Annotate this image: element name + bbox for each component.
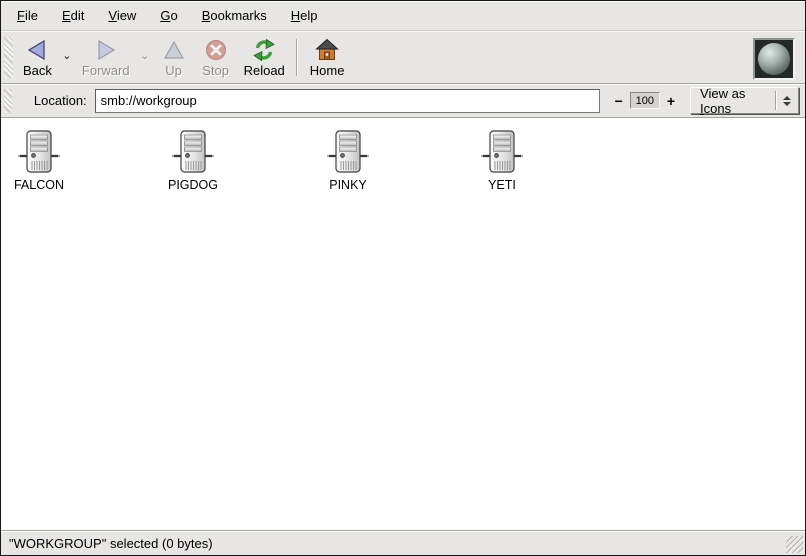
server-item-pigdog[interactable]: PIGDOG	[155, 129, 231, 192]
zoom-out-button[interactable]: −	[612, 93, 626, 109]
toolbar: Back ⌄ Forward ⌄ Up Stop	[1, 31, 805, 84]
toolbar-separator	[296, 39, 297, 76]
toolbar-spacer	[351, 33, 753, 82]
network-server-icon	[18, 129, 60, 175]
server-label: FALCON	[14, 178, 64, 192]
menu-view[interactable]: View	[96, 3, 148, 28]
server-item-falcon[interactable]: FALCON	[1, 129, 77, 192]
zoom-controls: − 100 +	[612, 92, 678, 109]
reload-icon	[252, 36, 276, 63]
server-label: YETI	[488, 178, 516, 192]
menu-file[interactable]: File	[5, 3, 50, 28]
location-label: Location:	[34, 93, 87, 108]
server-item-pinky[interactable]: PINKY	[310, 129, 386, 192]
location-bar-grip[interactable]	[4, 89, 12, 113]
stop-button[interactable]: Stop	[195, 33, 237, 82]
home-icon	[315, 36, 339, 63]
status-bar: "WORKGROUP" selected (0 bytes)	[1, 530, 805, 555]
forward-history-dropdown[interactable]: ⌄	[137, 33, 153, 82]
resize-grip[interactable]	[786, 536, 803, 553]
toolbar-grip[interactable]	[4, 37, 13, 78]
location-input[interactable]	[95, 89, 600, 113]
view-as-dropdown[interactable]: View as Icons	[690, 87, 799, 114]
server-label: PINKY	[329, 178, 367, 192]
icon-view[interactable]: FALCON PIGDOG	[1, 118, 805, 530]
network-server-icon	[481, 129, 523, 175]
home-button[interactable]: Home	[303, 33, 352, 82]
network-server-icon	[327, 129, 369, 175]
forward-button[interactable]: Forward	[75, 33, 137, 82]
back-arrow-icon	[25, 36, 49, 63]
reload-button[interactable]: Reload	[237, 33, 292, 82]
menu-help[interactable]: Help	[279, 3, 330, 28]
up-arrow-icon	[162, 36, 186, 63]
stop-icon	[204, 36, 228, 63]
network-server-icon	[172, 129, 214, 175]
dropdown-arrows-icon	[780, 96, 794, 106]
server-item-yeti[interactable]: YETI	[464, 129, 540, 192]
menu-go[interactable]: Go	[148, 3, 189, 28]
location-bar: Location: − 100 + View as Icons	[1, 84, 805, 118]
back-history-dropdown[interactable]: ⌄	[59, 33, 75, 82]
zoom-in-button[interactable]: +	[664, 93, 678, 109]
server-label: PIGDOG	[168, 178, 218, 192]
status-text: "WORKGROUP" selected (0 bytes)	[9, 536, 213, 551]
menubar: File Edit View Go Bookmarks Help	[1, 1, 805, 31]
menu-edit[interactable]: Edit	[50, 3, 96, 28]
menu-bookmarks[interactable]: Bookmarks	[190, 3, 279, 28]
zoom-level-indicator[interactable]: 100	[630, 92, 660, 109]
throbber-sphere-icon	[758, 43, 790, 75]
throbber	[753, 38, 795, 80]
back-button[interactable]: Back	[16, 33, 59, 82]
file-manager-window: File Edit View Go Bookmarks Help Back ⌄ …	[0, 0, 806, 556]
forward-arrow-icon	[94, 36, 118, 63]
up-button[interactable]: Up	[153, 33, 195, 82]
